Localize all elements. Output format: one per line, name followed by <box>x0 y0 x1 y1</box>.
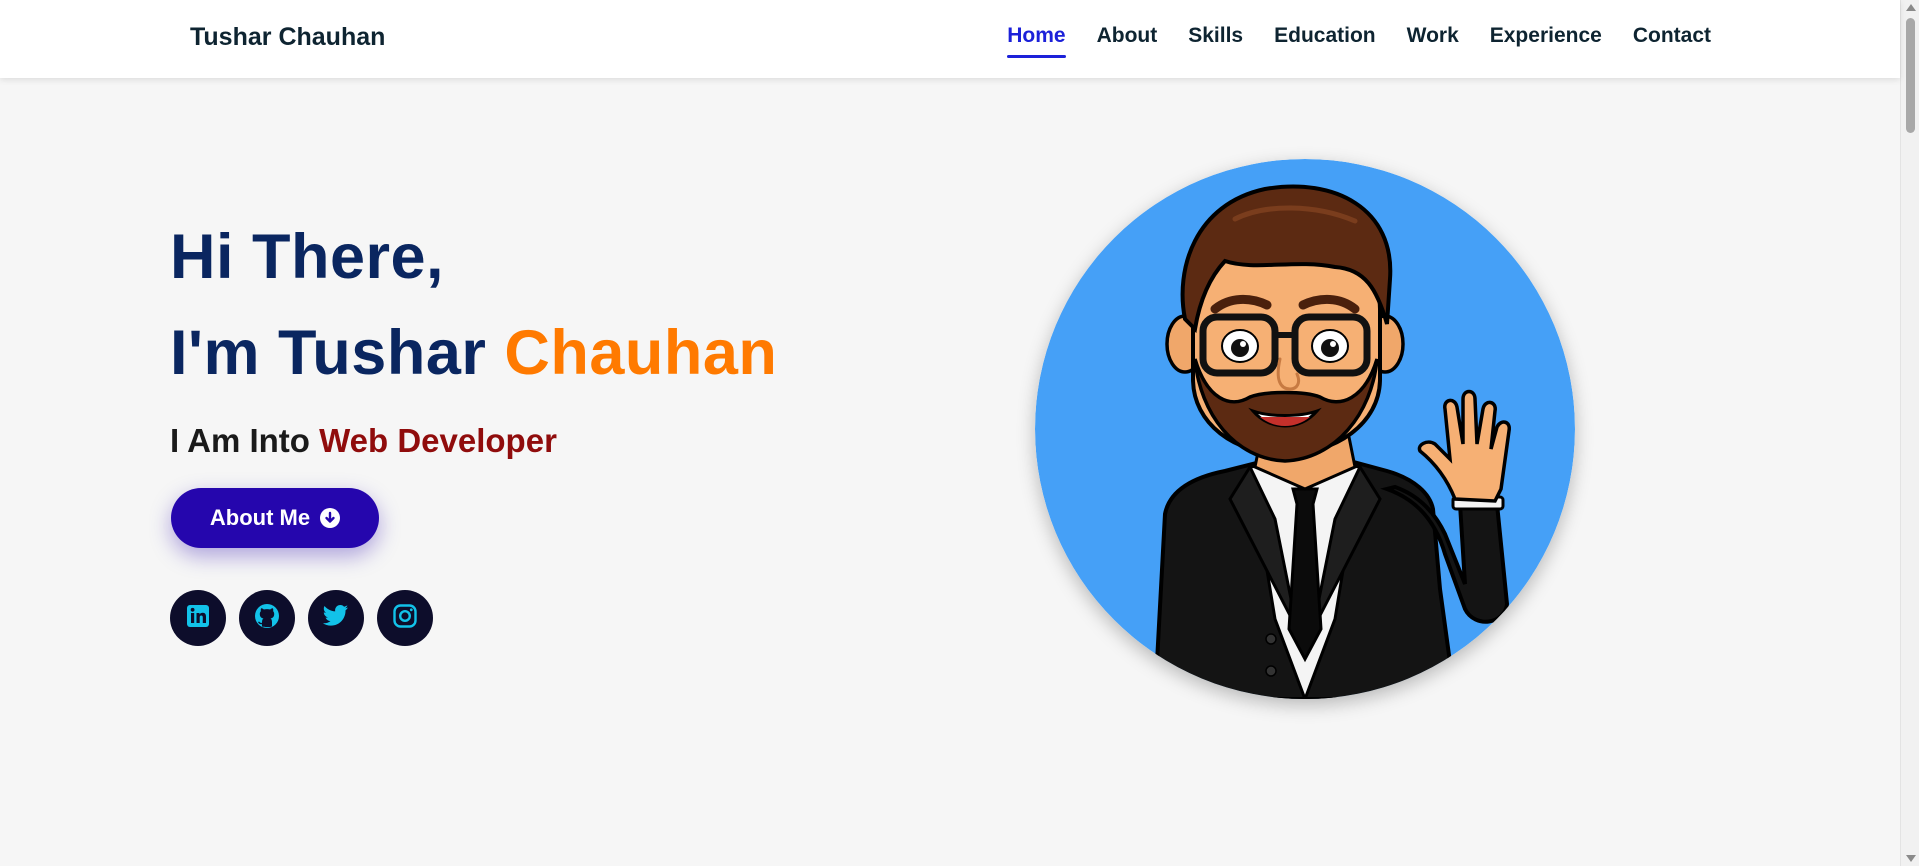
scrollbar-thumb[interactable] <box>1906 18 1915 133</box>
arrow-circle-down-icon <box>320 508 341 528</box>
hero-tagline-prefix: I Am Into <box>170 422 320 459</box>
nav-menu: Home About Skills Education Work Experie… <box>1007 24 1711 58</box>
nav-item-contact[interactable]: Contact <box>1633 24 1711 58</box>
about-me-label: About Me <box>209 505 311 530</box>
hero-role: Web Developer <box>319 422 557 459</box>
scroll-up-arrow-icon[interactable] <box>1906 4 1916 11</box>
page-scrollbar[interactable] <box>1900 0 1919 866</box>
nav-item-work[interactable]: Work <box>1407 24 1459 58</box>
hero-name: I'm Tushar Chauhan <box>170 322 777 385</box>
avatar-image <box>1035 159 1575 699</box>
navbar: Tushar Chauhan Home About Skills Educati… <box>0 0 1900 78</box>
hero-tagline: I Am Into Web Developer <box>170 422 557 460</box>
hero-greeting: Hi There, <box>170 222 445 292</box>
instagram-icon <box>392 603 418 634</box>
waving-avatar-illustration <box>1035 159 1575 699</box>
hero-name-accent: Chauhan <box>504 318 778 388</box>
hero-section: Hi There, I'm Tushar Chauhan I Am Into W… <box>0 78 1900 866</box>
about-me-button[interactable]: About Me <box>171 488 379 548</box>
brand-logo[interactable]: Tushar Chauhan <box>190 23 385 52</box>
linkedin-icon <box>185 603 211 634</box>
twitter-link[interactable] <box>308 590 364 646</box>
nav-item-about[interactable]: About <box>1097 24 1158 58</box>
instagram-link[interactable] <box>377 590 433 646</box>
linkedin-link[interactable] <box>170 590 226 646</box>
scroll-down-arrow-icon[interactable] <box>1906 855 1916 862</box>
hero-name-prefix: I'm Tushar <box>170 318 505 388</box>
nav-item-home[interactable]: Home <box>1007 24 1066 58</box>
github-icon <box>253 602 281 635</box>
nav-item-skills[interactable]: Skills <box>1188 24 1243 58</box>
github-link[interactable] <box>239 590 295 646</box>
twitter-icon <box>322 604 350 633</box>
nav-item-education[interactable]: Education <box>1274 24 1376 58</box>
nav-item-experience[interactable]: Experience <box>1490 24 1602 58</box>
social-links <box>170 590 433 646</box>
